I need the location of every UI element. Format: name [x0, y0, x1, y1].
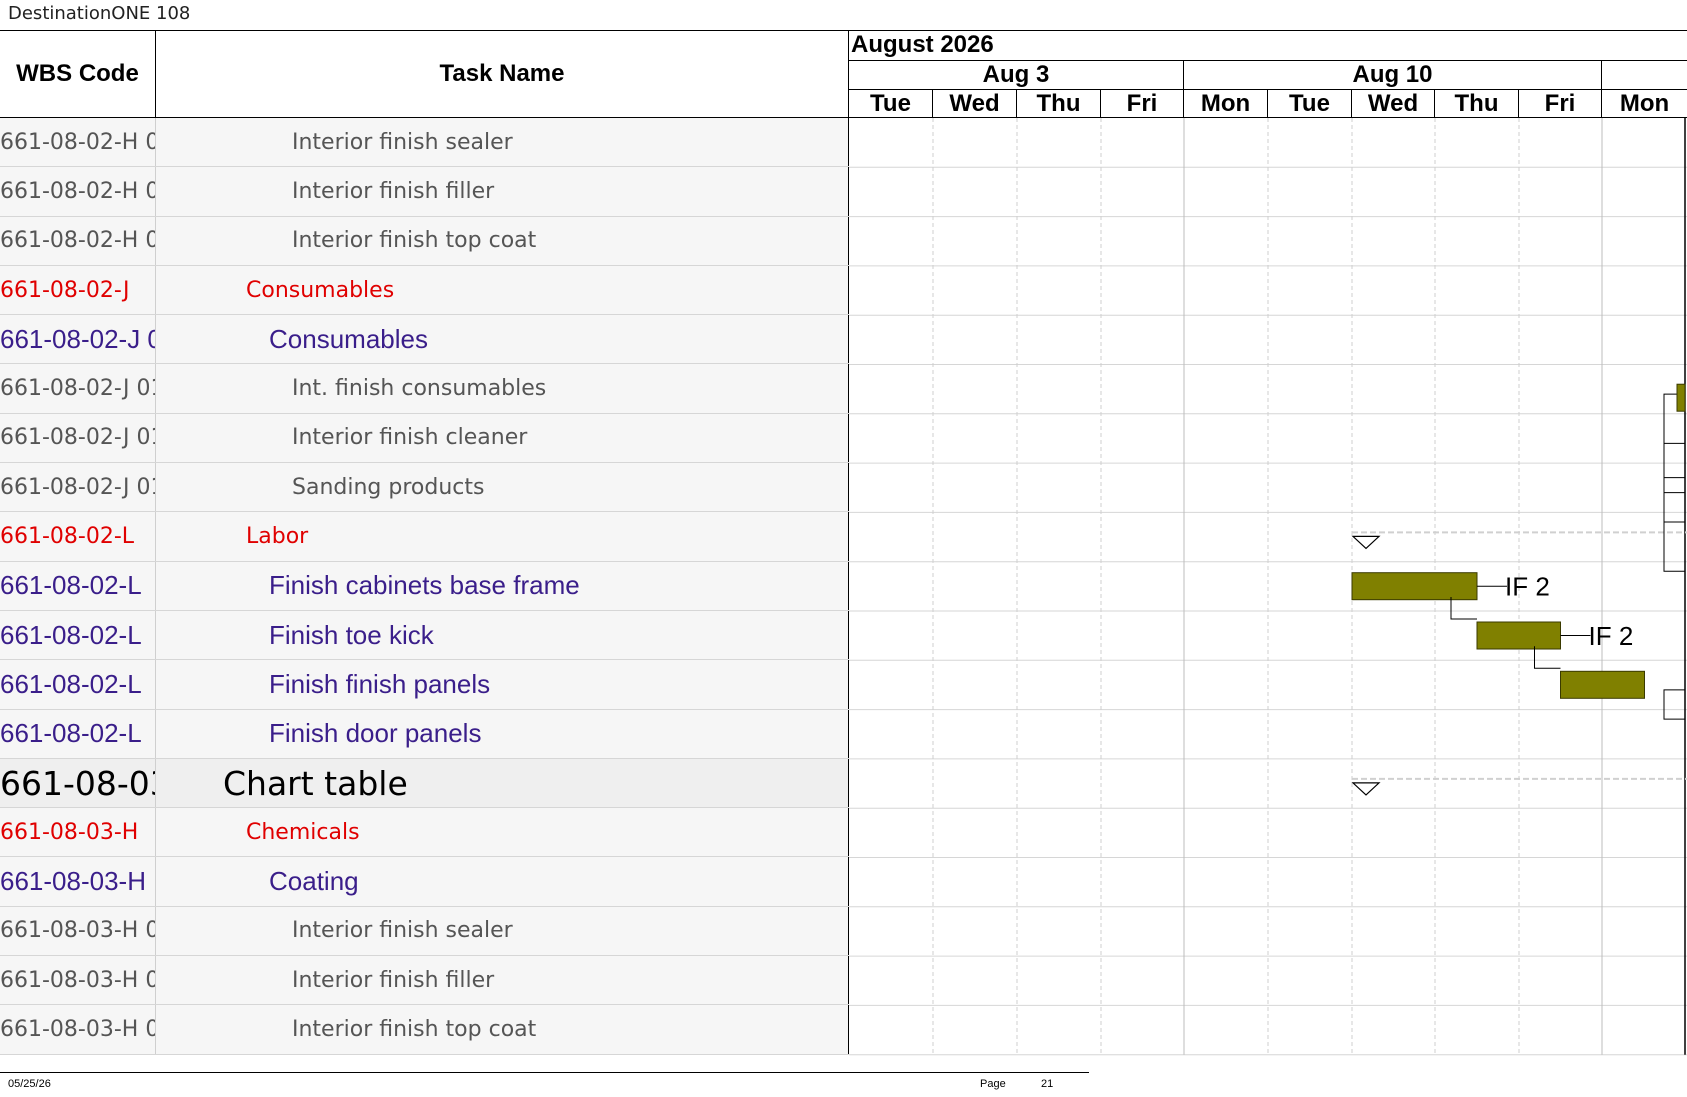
wbs-code-cell[interactable]: 661-08-02-J 01	[0, 463, 156, 512]
table-row[interactable]: 661-08-03-H Coating	[0, 857, 849, 907]
table-row[interactable]: 661-08-02-H 0 Interior finish top coat	[0, 216, 849, 266]
table-row[interactable]: 661-08-02-J Consumables	[0, 265, 849, 316]
wbs-code-cell[interactable]: 661-08-03-H 0	[0, 906, 156, 956]
table-row[interactable]: 661-08-03-H Chemicals	[0, 808, 849, 858]
timescale-day: Wed	[1352, 90, 1435, 118]
table-row[interactable]: 661-08-02-J 01 Int. finish consumables	[0, 364, 849, 414]
task-name-cell[interactable]: Interior finish filler	[156, 956, 849, 1005]
table-row[interactable]: 661-08-03 Chart table	[0, 758, 849, 809]
wbs-code-cell[interactable]: 661-08-02-J 0	[0, 315, 156, 364]
table-header: WBS Code Task Name	[0, 30, 849, 118]
wbs-code-cell[interactable]: 661-08-02-L	[0, 709, 156, 758]
task-name-cell[interactable]: Finish cabinets base frame	[156, 561, 849, 610]
timescale-day: Thu	[1435, 90, 1519, 118]
task-name-cell[interactable]: Finish finish panels	[156, 660, 849, 709]
wbs-code-cell[interactable]: 661-08-02-L	[0, 610, 156, 660]
timescale-week-partial	[1602, 61, 1687, 90]
task-name-cell[interactable]: Interior finish sealer	[156, 906, 849, 956]
timescale-header: August 2026 Aug 3 Aug 10 Tue Wed Thu Fri…	[849, 30, 1687, 118]
task-name-cell[interactable]: Chart table	[156, 758, 849, 808]
table-row[interactable]: 661-08-02-L Finish cabinets base frame	[0, 561, 849, 611]
task-name-cell[interactable]: Interior finish cleaner	[156, 413, 849, 463]
wbs-code-cell[interactable]: 661-08-03	[0, 758, 156, 808]
gantt-chart: IF 2 IF 2	[849, 118, 1687, 1059]
task-name-cell[interactable]: Interior finish top coat	[156, 1005, 849, 1054]
timescale-week: Aug 3	[849, 61, 1184, 90]
task-name-cell[interactable]: Coating	[156, 857, 849, 906]
task-name-cell[interactable]: Consumables	[156, 315, 849, 364]
wbs-code-cell[interactable]: 661-08-02-J 01	[0, 413, 156, 463]
wbs-code-cell[interactable]: 661-08-02-J	[0, 265, 156, 315]
table-row[interactable]: 661-08-02-L Finish finish panels	[0, 660, 849, 710]
task-table: 661-08-02-H 0 Interior finish sealer 661-0…	[0, 118, 849, 1055]
timescale-day: Tue	[1268, 90, 1352, 118]
timescale-day: Mon	[1619, 90, 1670, 117]
timescale-month: August 2026	[849, 31, 1687, 61]
wbs-code-cell[interactable]: 661-08-02-L	[0, 512, 156, 561]
table-row[interactable]: 661-08-02-L Finish toe kick	[0, 610, 849, 661]
column-header-task-name[interactable]: Task Name	[156, 31, 849, 117]
table-row[interactable]: 661-08-02-L Finish door panels	[0, 709, 849, 759]
table-row[interactable]: 661-08-02-H 0 Interior finish sealer	[0, 118, 849, 168]
task-bar-offscreen	[1676, 383, 1686, 412]
task-name-cell[interactable]: Interior finish top coat	[156, 216, 849, 265]
task-name-cell[interactable]: Finish toe kick	[156, 610, 849, 660]
table-row[interactable]: 661-08-03-H 0 Interior finish top coat	[0, 1005, 849, 1055]
wbs-code-cell[interactable]: 661-08-02-H 0	[0, 167, 156, 216]
task-bar	[1476, 621, 1561, 650]
timescale-day: Fri	[1101, 90, 1184, 118]
timescale-day: Mon	[1184, 90, 1268, 118]
table-row[interactable]: 661-08-02-J 01 Interior finish cleaner	[0, 413, 849, 464]
task-bar	[1560, 670, 1645, 699]
wbs-code-cell[interactable]: 661-08-03-H	[0, 857, 156, 906]
wbs-code-cell[interactable]: 661-08-03-H	[0, 808, 156, 857]
footer-page-label: Page	[980, 1078, 1006, 1090]
table-row[interactable]: 661-08-02-J 0 Consumables	[0, 315, 849, 365]
task-name-cell[interactable]: Consumables	[156, 265, 849, 315]
task-name-cell[interactable]: Labor	[156, 512, 849, 561]
wbs-code-cell[interactable]: 661-08-02-H 0	[0, 216, 156, 265]
task-name-cell[interactable]: Interior finish sealer	[156, 118, 849, 167]
wbs-code-cell[interactable]: 661-08-02-L	[0, 660, 156, 709]
table-row[interactable]: 661-08-03-H 0 Interior finish filler	[0, 956, 849, 1006]
timescale-day: Fri	[1519, 90, 1602, 118]
footer-date: 05/25/26	[8, 1078, 51, 1090]
wbs-code-cell[interactable]: 661-08-02-L	[0, 561, 156, 610]
task-name-cell[interactable]: Finish door panels	[156, 709, 849, 758]
footer-divider	[0, 1072, 1089, 1073]
task-name-cell[interactable]: Chemicals	[156, 808, 849, 857]
table-row[interactable]: 661-08-03-H 0 Interior finish sealer	[0, 906, 849, 957]
table-row[interactable]: 661-08-02-J 01 Sanding products	[0, 463, 849, 513]
wbs-code-cell[interactable]: 661-08-03-H 0	[0, 1005, 156, 1054]
wbs-code-cell[interactable]: 661-08-02-J 01	[0, 364, 156, 413]
timescale-day: Thu	[1017, 90, 1101, 118]
timescale-week: Aug 10	[1184, 61, 1602, 90]
table-row[interactable]: 661-08-02-L Labor	[0, 512, 849, 562]
document-title: DestinationONE 108	[8, 3, 191, 24]
gantt-canvas: IF 2 IF 2	[849, 118, 1687, 1056]
bar-label: IF 2	[1505, 572, 1550, 602]
wbs-code-cell[interactable]: 661-08-02-H 0	[0, 118, 156, 167]
task-name-cell[interactable]: Interior finish filler	[156, 167, 849, 216]
table-row[interactable]: 661-08-02-H 0 Interior finish filler	[0, 167, 849, 217]
task-name-cell[interactable]: Sanding products	[156, 463, 849, 512]
timescale-day: Tue	[849, 90, 933, 118]
wbs-code-cell[interactable]: 661-08-03-H 0	[0, 956, 156, 1005]
bar-label: IF 2	[1589, 621, 1634, 651]
timescale-day: Wed	[933, 90, 1017, 118]
task-name-cell[interactable]: Int. finish consumables	[156, 364, 849, 413]
task-bar	[1351, 572, 1478, 601]
footer-page-number: 21	[1041, 1078, 1054, 1090]
column-header-wbs[interactable]: WBS Code	[0, 31, 156, 117]
